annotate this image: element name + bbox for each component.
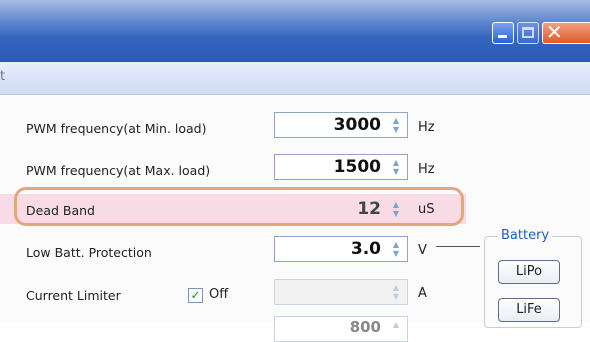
spin-up-icon: ▲	[392, 283, 400, 292]
life-button[interactable]: LiFe	[498, 298, 560, 322]
current-limiter-checkbox-label[interactable]: Off	[209, 287, 228, 302]
pwm-max-unit: Hz	[418, 162, 435, 177]
current-limiter-unit: A	[418, 286, 427, 301]
dead-band-highlight-outline	[14, 187, 464, 226]
next-row-value[interactable]: 800	[350, 318, 381, 336]
spin-down-icon[interactable]: ▼	[389, 249, 403, 258]
pwm-min-value[interactable]: 3000	[334, 115, 381, 135]
current-limiter-label: Current Limiter	[26, 288, 121, 303]
battery-group-title: Battery	[498, 228, 553, 243]
current-limiter-checkbox[interactable]: ✓	[188, 288, 203, 303]
maximize-icon	[522, 27, 534, 38]
minimize-button[interactable]	[492, 22, 514, 44]
pwm-min-spinner[interactable]: 3000 ▲ ▼	[274, 112, 408, 138]
pwm-max-spinner[interactable]: 1500 ▲ ▼	[274, 154, 408, 180]
pwm-max-value[interactable]: 1500	[334, 157, 381, 177]
menu-bar[interactable]: t	[0, 62, 590, 95]
spin-down-icon[interactable]: ▼	[389, 167, 403, 176]
spin-down-icon[interactable]: ▼	[389, 125, 403, 134]
lipo-button[interactable]: LiPo	[498, 260, 560, 284]
current-limiter-spinner: ▲ ▼	[274, 279, 408, 305]
spin-up-icon[interactable]: ▲	[389, 240, 403, 249]
low-batt-spinner[interactable]: 3.0 ▲ ▼	[274, 236, 408, 262]
maximize-button[interactable]	[517, 22, 539, 44]
spin-up-icon[interactable]: ▲	[389, 158, 403, 167]
pwm-min-label: PWM frequency(at Min. load)	[26, 121, 207, 136]
low-batt-value[interactable]: 3.0	[351, 239, 381, 259]
next-row-spinner[interactable]: 800 ▲	[274, 316, 408, 342]
window-titlebar[interactable]: ✕	[0, 0, 590, 62]
low-batt-label: Low Batt. Protection	[26, 245, 152, 260]
pwm-min-unit: Hz	[418, 120, 435, 135]
spin-up-icon[interactable]: ▲	[389, 116, 403, 125]
spin-down-icon: ▼	[392, 292, 400, 301]
pwm-max-label: PWM frequency(at Max. load)	[26, 163, 211, 178]
minimize-icon	[498, 35, 507, 38]
spin-up-icon[interactable]: ▲	[389, 320, 403, 329]
close-button[interactable]: ✕	[542, 22, 590, 44]
menu-fragment: t	[0, 69, 6, 84]
close-icon: ✕	[546, 22, 563, 44]
battery-connector-line	[436, 246, 480, 247]
low-batt-unit: V	[418, 243, 427, 258]
